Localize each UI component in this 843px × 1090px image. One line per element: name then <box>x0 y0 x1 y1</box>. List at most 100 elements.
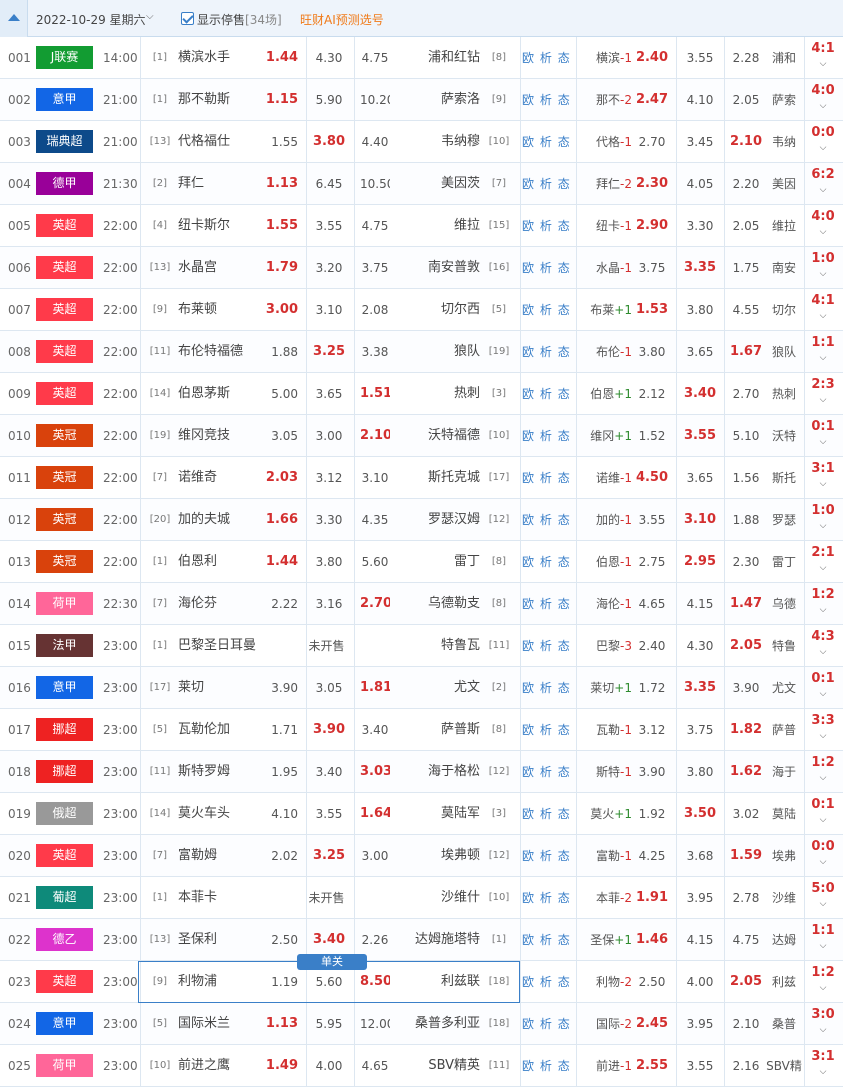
trend-link[interactable]: 态 <box>558 261 571 275</box>
expand-chevron-icon[interactable]: ⌵ <box>808 183 838 197</box>
handicap-odds-win[interactable]: 1.92 <box>632 793 672 835</box>
league-badge[interactable]: 英冠 <box>36 466 93 489</box>
odds-win[interactable]: 2.03 <box>264 457 298 499</box>
expand-chevron-icon[interactable]: ⌵ <box>808 477 838 491</box>
expand-chevron-icon[interactable]: ⌵ <box>808 771 838 785</box>
analysis-link[interactable]: 析 <box>540 555 553 569</box>
odds-win[interactable]: 2.02 <box>264 835 298 877</box>
odds-lose[interactable]: 12.00 <box>360 1003 390 1045</box>
handicap-odds-lose[interactable]: 1.67 <box>728 331 764 373</box>
trend-link[interactable]: 态 <box>558 51 571 65</box>
odds-link[interactable]: 欧 <box>522 723 535 737</box>
away-team[interactable]: 切尔西 <box>392 289 480 331</box>
odds-link[interactable]: 欧 <box>522 387 535 401</box>
handicap-odds-win[interactable]: 2.70 <box>632 121 672 163</box>
odds-draw[interactable]: 3.10 <box>308 289 350 331</box>
odds-link[interactable]: 欧 <box>522 345 535 359</box>
odds-link[interactable]: 欧 <box>522 639 535 653</box>
handicap-odds-win[interactable]: 1.53 <box>632 289 672 331</box>
handicap-odds-win[interactable]: 3.55 <box>632 499 672 541</box>
handicap-odds-win[interactable]: 3.12 <box>632 709 672 751</box>
expand-chevron-icon[interactable]: ⌵ <box>808 225 838 239</box>
away-team[interactable]: 乌德勒支 <box>392 583 480 625</box>
league-badge[interactable]: 意甲 <box>36 1012 93 1035</box>
odds-link[interactable]: 欧 <box>522 219 535 233</box>
odds-win[interactable]: 2.22 <box>264 583 298 625</box>
analysis-link[interactable]: 析 <box>540 639 553 653</box>
analysis-link[interactable]: 析 <box>540 1059 553 1073</box>
expand-chevron-icon[interactable]: ⌵ <box>808 57 838 71</box>
league-badge[interactable]: 英超 <box>36 340 93 363</box>
away-team[interactable]: 韦纳穆 <box>392 121 480 163</box>
home-team[interactable]: 维冈竞技 <box>178 415 264 457</box>
handicap-odds-lose[interactable]: 2.10 <box>728 121 764 163</box>
odds-draw[interactable]: 3.25 <box>308 331 350 373</box>
league-badge[interactable]: 德乙 <box>36 928 93 951</box>
analysis-link[interactable]: 析 <box>540 429 553 443</box>
home-team[interactable]: 伯恩茅斯 <box>178 373 264 415</box>
odds-lose[interactable]: 4.75 <box>360 205 390 247</box>
odds-link[interactable]: 欧 <box>522 471 535 485</box>
home-team[interactable]: 莱切 <box>178 667 264 709</box>
collapse-up-icon[interactable] <box>0 0 28 37</box>
home-team[interactable]: 纽卡斯尔 <box>178 205 264 247</box>
trend-link[interactable]: 态 <box>558 303 571 317</box>
odds-lose[interactable]: 10.50 <box>360 163 390 205</box>
analysis-link[interactable]: 析 <box>540 933 553 947</box>
handicap-odds-lose[interactable]: 2.05 <box>728 205 764 247</box>
handicap-odds-lose[interactable]: 1.82 <box>728 709 764 751</box>
league-badge[interactable]: 挪超 <box>36 718 93 741</box>
away-team[interactable]: 浦和红钻 <box>392 37 480 79</box>
odds-link[interactable]: 欧 <box>522 177 535 191</box>
date-select[interactable]: 2022-10-29 星期六 <box>36 11 146 28</box>
away-team[interactable]: 雷丁 <box>392 541 480 583</box>
away-team[interactable]: 美因茨 <box>392 163 480 205</box>
expand-chevron-icon[interactable]: ⌵ <box>808 981 838 995</box>
handicap-odds-draw[interactable]: 3.55 <box>680 415 720 457</box>
home-team[interactable]: 前进之鹰 <box>178 1045 264 1087</box>
league-badge[interactable]: 荷甲 <box>36 592 93 615</box>
handicap-odds-lose[interactable]: 4.75 <box>728 919 764 961</box>
odds-lose[interactable]: 3.75 <box>360 247 390 289</box>
league-badge[interactable]: 葡超 <box>36 886 93 909</box>
league-badge[interactable]: 挪超 <box>36 760 93 783</box>
handicap-odds-draw[interactable]: 3.65 <box>680 457 720 499</box>
handicap-odds-win[interactable]: 1.52 <box>632 415 672 457</box>
show-stopped-checkbox[interactable] <box>181 12 194 25</box>
chevron-down-icon[interactable]: ⌵ <box>146 11 154 22</box>
odds-win[interactable]: 1.55 <box>264 205 298 247</box>
analysis-link[interactable]: 析 <box>540 1017 553 1031</box>
handicap-odds-lose[interactable]: 1.59 <box>728 835 764 877</box>
trend-link[interactable]: 态 <box>558 933 571 947</box>
analysis-link[interactable]: 析 <box>540 261 553 275</box>
home-team[interactable]: 富勒姆 <box>178 835 264 877</box>
analysis-link[interactable]: 析 <box>540 681 553 695</box>
odds-win[interactable]: 1.88 <box>264 331 298 373</box>
odds-win[interactable]: 4.10 <box>264 793 298 835</box>
league-badge[interactable]: J联赛 <box>36 46 93 69</box>
handicap-odds-draw[interactable]: 3.35 <box>680 667 720 709</box>
trend-link[interactable]: 态 <box>558 513 571 527</box>
odds-lose[interactable]: 2.70 <box>360 583 390 625</box>
odds-draw[interactable]: 3.55 <box>308 793 350 835</box>
home-team[interactable]: 诺维奇 <box>178 457 264 499</box>
odds-link[interactable]: 欧 <box>522 1059 535 1073</box>
home-team[interactable]: 巴黎圣日耳曼 <box>178 625 264 667</box>
handicap-odds-win[interactable]: 2.55 <box>632 1045 672 1087</box>
away-team[interactable]: 沃特福德 <box>392 415 480 457</box>
league-badge[interactable]: 英超 <box>36 970 93 993</box>
handicap-odds-draw[interactable]: 3.10 <box>680 499 720 541</box>
away-team[interactable]: 斯托克城 <box>392 457 480 499</box>
handicap-odds-win[interactable]: 3.90 <box>632 751 672 793</box>
handicap-odds-draw[interactable]: 3.55 <box>680 1045 720 1087</box>
handicap-odds-draw[interactable]: 3.80 <box>680 289 720 331</box>
odds-lose[interactable]: 3.03 <box>360 751 390 793</box>
analysis-link[interactable]: 析 <box>540 303 553 317</box>
expand-chevron-icon[interactable]: ⌵ <box>808 561 838 575</box>
trend-link[interactable]: 态 <box>558 1017 571 1031</box>
handicap-odds-lose[interactable]: 3.90 <box>728 667 764 709</box>
analysis-link[interactable]: 析 <box>540 387 553 401</box>
home-team[interactable]: 水晶宫 <box>178 247 264 289</box>
league-badge[interactable]: 瑞典超 <box>36 130 93 153</box>
handicap-odds-draw[interactable]: 4.15 <box>680 583 720 625</box>
